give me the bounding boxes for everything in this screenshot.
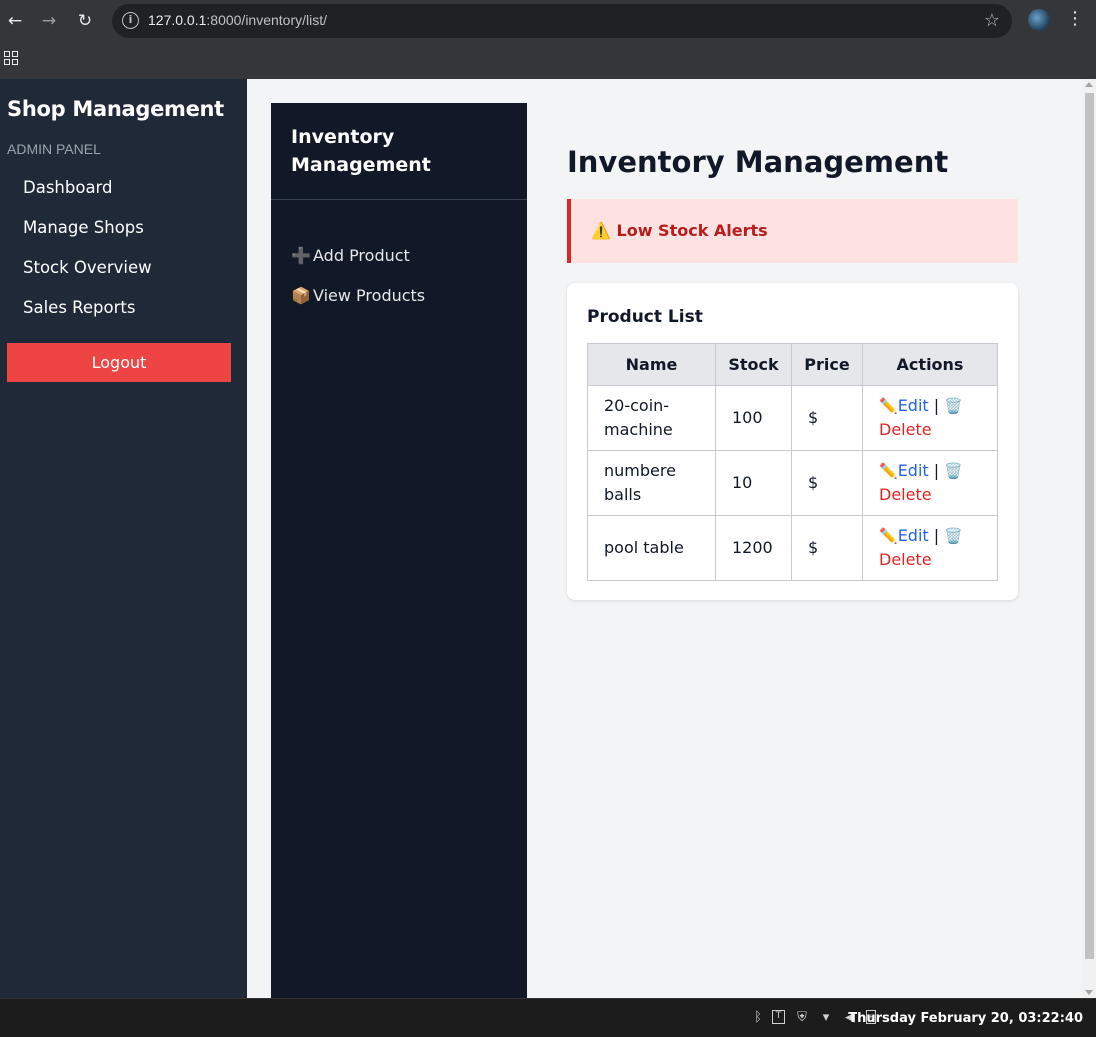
cell-actions: ✏️Edit | 🗑️ Delete [862,450,998,516]
action-separator: | [933,461,940,480]
table-row: numbere balls 10 $ ✏️Edit | 🗑️ Delete [587,450,998,516]
section-label: ADMIN PANEL [7,141,101,157]
alert-text: ⚠️ Low Stock Alerts [591,221,768,240]
column-header-name: Name [587,343,716,386]
product-list-card: Product List Name Stock Price Actions 20… [567,283,1018,600]
cell-price: $ [791,385,863,451]
view-products-label: View Products [313,286,426,305]
clock[interactable]: Thursday February 20, 03:22:40 [848,1011,1083,1026]
scroll-down-arrow-icon[interactable] [1085,990,1093,995]
url-host: 127.0.0.1 [148,12,207,28]
apps-grid-icon[interactable] [4,51,18,65]
clipboard-icon[interactable]: T [772,1010,785,1024]
sidebar-item-dashboard[interactable]: Dashboard [23,178,113,197]
edit-label: Edit [897,396,929,415]
logout-button[interactable]: Logout [7,343,231,382]
table-row: 20-coin-machine 100 $ ✏️Edit | 🗑️ Delete [587,385,998,451]
scroll-thumb[interactable] [1085,93,1094,959]
add-product-label: Add Product [313,246,410,265]
browser-menu-icon[interactable]: ⋮ [1066,8,1084,29]
pencil-icon: ✏️ [879,397,898,415]
trash-icon: 🗑️ [944,527,963,545]
divider [271,199,527,200]
action-separator: | [933,526,940,545]
delete-label: Delete [879,420,932,439]
inventory-sidebar: Inventory Management ➕ Add Product 📦 View … [271,103,527,998]
page-viewport: Shop Management ADMIN PANEL Dashboard Ma… [0,79,1096,998]
cell-stock: 1200 [715,515,792,581]
site-info-icon[interactable]: i [122,12,139,29]
table-row: pool table 1200 $ ✏️Edit | 🗑️ Delete [587,515,998,581]
edit-label: Edit [897,526,929,545]
sidebar-item-manage-shops[interactable]: Manage Shops [23,218,144,237]
package-icon: 📦 [291,286,311,305]
cell-name: pool table [587,515,716,581]
cell-name: numbere balls [587,450,716,516]
add-product-link[interactable]: ➕ Add Product [291,246,410,265]
browser-toolbar: ← → ↻ i 127.0.0.1:8000/inventory/list/ ☆… [0,0,1096,42]
plus-icon: ➕ [291,246,311,265]
warning-icon: ⚠️ [591,221,611,240]
cell-stock: 10 [715,450,792,516]
product-list-title: Product List [587,307,703,327]
cell-price: $ [791,515,863,581]
sidebar-item-stock-overview[interactable]: Stock Overview [23,258,152,277]
admin-sidebar: Shop Management ADMIN PANEL Dashboard Ma… [0,79,247,998]
cell-name: 20-coin-machine [587,385,716,451]
vertical-scrollbar[interactable] [1082,79,1096,998]
inventory-sidebar-title: Inventory Management [291,126,431,176]
cell-stock: 100 [715,385,792,451]
sidebar-item-sales-reports[interactable]: Sales Reports [23,298,135,317]
address-bar[interactable]: i 127.0.0.1:8000/inventory/list/ ☆ [112,4,1012,38]
low-stock-alert: ⚠️ Low Stock Alerts [567,199,1018,263]
profile-avatar[interactable] [1028,9,1050,31]
edit-link[interactable]: ✏️Edit [879,396,929,415]
trash-icon: 🗑️ [944,462,963,480]
cell-actions: ✏️Edit | 🗑️ Delete [862,515,998,581]
forward-icon[interactable]: → [36,8,62,34]
product-table: Name Stock Price Actions 20-coin-machine… [587,343,998,581]
cell-price: $ [791,450,863,516]
column-header-actions: Actions [862,343,998,386]
view-products-link[interactable]: 📦 View Products [291,286,425,305]
page-title: Inventory Management [567,145,949,179]
edit-label: Edit [897,461,929,480]
shield-icon[interactable]: ⛨ [794,1010,810,1026]
bluetooth-icon[interactable]: ᛒ [750,1010,766,1026]
back-icon[interactable]: ← [2,8,28,34]
action-separator: | [933,396,940,415]
bookmark-star-icon[interactable]: ☆ [984,10,1000,31]
pencil-icon: ✏️ [879,462,898,480]
delete-label: Delete [879,485,932,504]
wifi-icon[interactable]: ▾ [818,1010,834,1026]
system-taskbar: ᛒ T ⛨ ▾ ◀ + Thursday February 20, 03:22:… [0,998,1096,1037]
scroll-up-arrow-icon[interactable] [1085,82,1093,87]
bookmarks-bar [0,42,1096,79]
brand-title: Shop Management [7,97,224,121]
edit-link[interactable]: ✏️Edit [879,461,929,480]
delete-label: Delete [879,550,932,569]
column-header-price: Price [791,343,863,386]
alert-label: Low Stock Alerts [616,221,768,240]
url-text[interactable]: 127.0.0.1:8000/inventory/list/ [148,12,327,28]
column-header-stock: Stock [715,343,792,386]
edit-link[interactable]: ✏️Edit [879,526,929,545]
url-path: :8000/inventory/list/ [206,12,328,28]
cell-actions: ✏️Edit | 🗑️ Delete [862,385,998,451]
pencil-icon: ✏️ [879,527,898,545]
table-header-row: Name Stock Price Actions [587,343,998,386]
trash-icon: 🗑️ [944,397,963,415]
reload-icon[interactable]: ↻ [72,8,98,34]
